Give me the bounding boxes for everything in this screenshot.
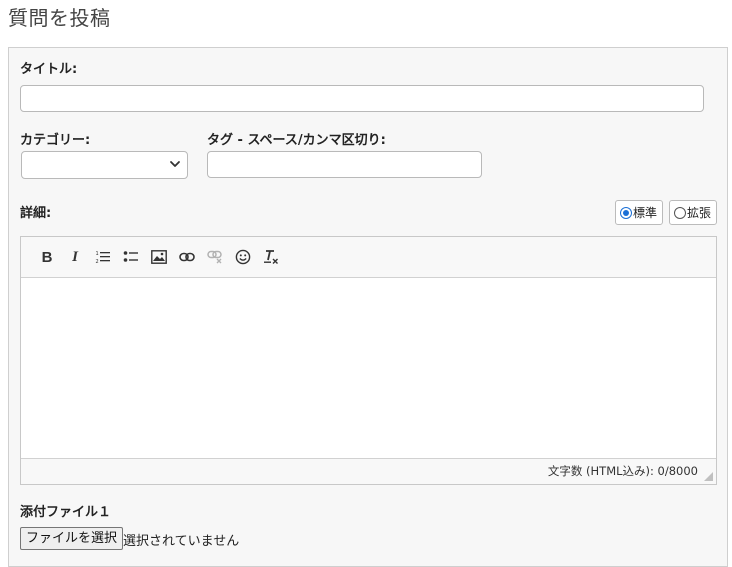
radio-unchecked-icon[interactable] (674, 206, 686, 219)
bold-icon[interactable]: B (33, 243, 61, 271)
file-status: 選択されていません (123, 534, 240, 549)
question-form: タイトル: カテゴリー: タグ - スペース/カンマ区切り: 詳細: 標準 拡張… (8, 47, 728, 567)
mode-standard-button[interactable]: 標準 (615, 200, 664, 225)
category-label: カテゴリー: (20, 133, 91, 148)
link-icon[interactable] (173, 243, 201, 271)
resize-grip-icon[interactable] (704, 472, 713, 481)
attachment-label: 添付ファイル１ (20, 505, 112, 520)
title-input[interactable] (20, 85, 704, 112)
svg-text:2: 2 (96, 259, 99, 265)
mode-extended-label: 拡張 (687, 206, 712, 220)
unlink-icon[interactable] (201, 243, 229, 271)
bullet-list-icon[interactable] (117, 243, 145, 271)
choose-file-button[interactable]: ファイルを選択 (20, 527, 124, 550)
italic-icon[interactable]: I (61, 243, 89, 271)
mode-standard-label: 標準 (633, 206, 658, 220)
mode-extended-button[interactable]: 拡張 (669, 200, 718, 225)
category-select[interactable] (21, 151, 188, 179)
editor-content-area[interactable] (21, 278, 716, 458)
radio-checked-icon[interactable] (620, 206, 632, 219)
editor-statusbar: 文字数 (HTML込み): 0/8000 (21, 458, 716, 484)
numbered-list-icon[interactable]: 1 2 (89, 243, 117, 271)
editor-toolbar: B I 1 2 (21, 237, 716, 278)
char-count: 文字数 (HTML込み): 0/8000 (547, 464, 698, 478)
tags-label: タグ - スペース/カンマ区切り: (207, 133, 386, 148)
emoji-icon[interactable] (229, 243, 257, 271)
title-label: タイトル: (20, 62, 78, 77)
image-icon[interactable] (145, 243, 173, 271)
page-title: 質問を投稿 (8, 6, 111, 30)
tags-input[interactable] (207, 151, 482, 178)
rich-text-editor: B I 1 2 文字数 (HTML込み): 0/8000 (20, 236, 717, 485)
svg-text:1: 1 (96, 251, 99, 257)
chevron-down-icon (170, 161, 180, 167)
details-label: 詳細: (20, 206, 52, 221)
remove-format-icon[interactable] (257, 243, 285, 271)
